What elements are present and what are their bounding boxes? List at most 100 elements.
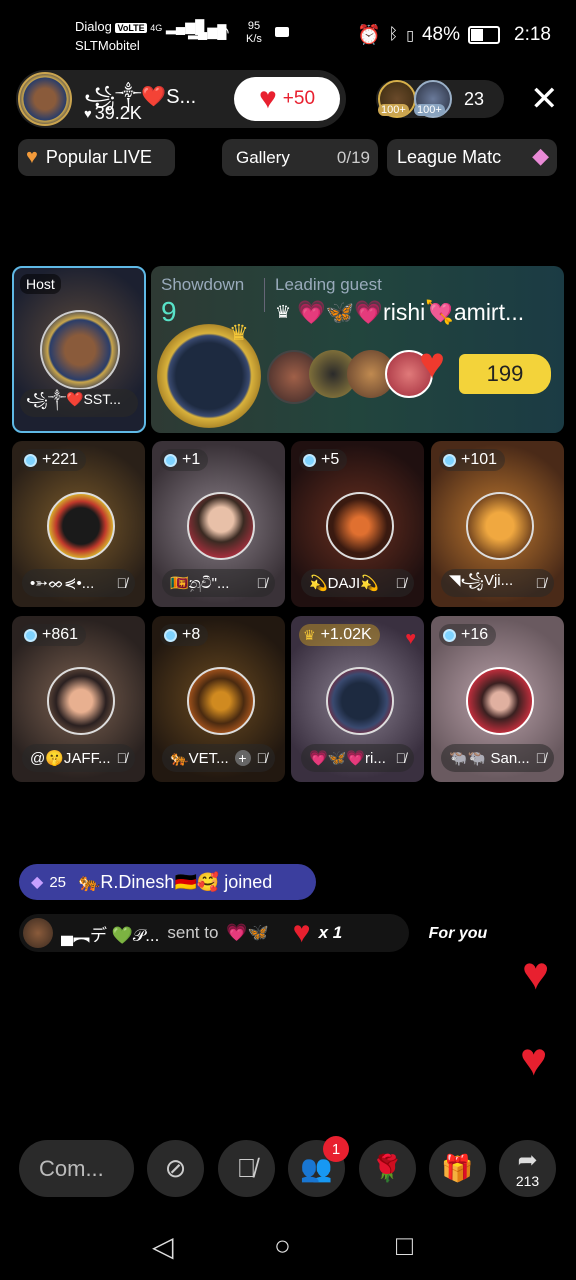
guest-avatar <box>465 492 534 560</box>
guest-name: @🤫JAFF... <box>30 750 111 767</box>
viewer-level-badge: 100+ <box>414 104 445 116</box>
viewer-list[interactable]: 100+ 100+ 23 <box>376 80 504 118</box>
mic-off-button[interactable]: 🎙̸ <box>218 1140 275 1197</box>
guest-tile[interactable]: +1 🇱🇰නුවී"... 🎙̸ <box>152 441 285 607</box>
mic-off-icon[interactable]: 🎙̸ <box>117 575 128 591</box>
recents-nav-icon[interactable]: □ <box>396 1230 413 1262</box>
back-nav-icon[interactable]: ◁ <box>152 1230 174 1263</box>
guest-name: 💗🦋💗ri... <box>309 750 386 767</box>
carrier-info: Dialog VoLTE 4G ▂▄▆█ SLTMobitel <box>75 18 204 54</box>
speed-indicator: 95 K/s <box>246 20 262 46</box>
gift-sent-to: sent to <box>167 923 219 942</box>
heart-icon: ♥ <box>84 106 92 121</box>
viewer-level-badge: 100+ <box>378 104 409 116</box>
guest-name-bar: @🤫JAFF... 🎙̸ <box>22 744 135 772</box>
host-avatar[interactable] <box>18 72 72 126</box>
guest-tile[interactable]: +861 @🤫JAFF... 🎙̸ <box>12 616 145 782</box>
close-icon[interactable]: ✕ <box>530 80 559 118</box>
guest-points: +16 <box>439 624 497 646</box>
mic-off-icon[interactable]: 🎙̸ <box>396 750 407 766</box>
camera-off-button[interactable]: ⊘ <box>147 1140 204 1197</box>
viewer-count[interactable]: 23 <box>464 89 484 110</box>
gift-sender: ▄︻デ 💚𝒫... <box>61 925 160 945</box>
request-badge: 1 <box>323 1136 349 1162</box>
mic-off-icon[interactable]: 🎙̸ <box>257 575 268 591</box>
coin-icon <box>164 453 177 467</box>
showdown-label: Showdown <box>161 275 245 294</box>
crown-icon: ♛ <box>275 302 292 322</box>
guest-points-value: +16 <box>461 626 489 643</box>
mic-off-icon[interactable]: 🎙̸ <box>536 750 547 766</box>
gift-message: ▄︻デ 💚𝒫... sent to 💗🦋 ♥ x 1 <box>19 914 409 952</box>
guest-points-value: +101 <box>461 451 498 468</box>
crown-icon: ♛ <box>229 320 249 345</box>
volte-badge: VoLTE <box>115 23 147 33</box>
join-text: 🐅R.Dinesh🇩🇪🥰 joined <box>78 871 273 892</box>
guest-points-value: +861 <box>42 626 79 643</box>
coin-icon <box>24 453 37 467</box>
guest-points: +101 <box>439 449 506 471</box>
host-tile[interactable]: Host ꧁༒❤️SST... <box>12 266 146 433</box>
floating-heart-icon: ♥ <box>522 947 550 999</box>
leading-guest-label: Leading guest <box>275 275 382 294</box>
mic-off-icon[interactable]: 🎙̸ <box>536 575 547 591</box>
mic-off-icon[interactable]: 🎙̸ <box>117 750 128 766</box>
for-you-label[interactable]: For you <box>422 920 494 948</box>
guest-tile[interactable]: +221 •➳ᨖ⋞•... 🎙̸ <box>12 441 145 607</box>
comment-input[interactable]: Com... <box>19 1140 134 1197</box>
gallery-label: Gallery <box>236 147 290 167</box>
guest-name-bar: 🇱🇰නුවී"... 🎙̸ <box>162 569 275 597</box>
gift-box-icon: 🎁 <box>441 1153 474 1183</box>
leading-guest-name: 💗🦋💗rishi💘amirt... <box>297 299 525 325</box>
diamond-icon: ◆ <box>31 874 44 891</box>
guest-avatar <box>46 667 115 735</box>
coin-icon <box>303 453 316 467</box>
showdown-panel[interactable]: Showdown 9 Leading guest ♛ 💗🦋💗rishi💘amir… <box>151 266 564 433</box>
share-button[interactable]: ➦ 213 <box>499 1140 556 1197</box>
mic-off-icon[interactable]: 🎙̸ <box>257 750 268 766</box>
league-match-chip[interactable]: League Matc ◆ <box>387 139 557 176</box>
host-likes-count: 39.2K <box>94 103 142 123</box>
guest-points-value: +1 <box>182 451 201 468</box>
status-right: ⏰ ᛒ ▯ 48% 2:18 <box>357 23 551 47</box>
guest-tile[interactable]: +101 ◥꧁Vji... 🎙̸ <box>431 441 564 607</box>
guest-points-value: +8 <box>182 626 201 643</box>
status-bar: Dialog VoLTE 4G ▂▄▆█ SLTMobitel ▂▄▆█ ◠ 9… <box>0 0 576 64</box>
guest-tile[interactable]: +5 💫DAJI💫 🎙̸ <box>291 441 424 607</box>
join-message: ◆ 25 🐅R.Dinesh🇩🇪🥰 joined <box>19 864 316 900</box>
guest-name-bar: 💫DAJI💫 🎙̸ <box>301 569 414 597</box>
host-profile-card[interactable]: ꧁༒❤️S... ♥ 39.2K ♥ +50 <box>16 70 346 128</box>
guest-name: 💫DAJI💫 <box>309 575 379 592</box>
coin-icon <box>24 628 37 642</box>
gallery-chip[interactable]: Gallery 0/19 <box>222 139 378 176</box>
guest-tile[interactable]: ♛ +1.02K ♥ 💗🦋💗ri... 🎙̸ <box>291 616 424 782</box>
carrier-secondary: SLTMobitel <box>75 38 140 53</box>
popular-live-label: Popular LIVE <box>45 147 152 167</box>
sender-avatar <box>23 918 53 948</box>
guest-avatar <box>325 492 394 560</box>
home-nav-icon[interactable]: ○ <box>274 1230 291 1262</box>
alarm-icon: ⏰ <box>356 25 381 46</box>
guest-tile[interactable]: +8 🐅VET... + 🎙̸ <box>152 616 285 782</box>
guest-avatar <box>186 492 255 560</box>
gift-button[interactable]: 🎁 <box>429 1140 486 1197</box>
mic-off-icon[interactable]: 🎙̸ <box>396 575 407 591</box>
follow-like-button[interactable]: ♥ +50 <box>234 77 340 121</box>
battery-icon <box>468 26 501 44</box>
add-icon[interactable]: + <box>234 750 251 766</box>
rose-gift-button[interactable]: 🌹 <box>359 1140 416 1197</box>
popular-live-chip[interactable]: ♥ Popular LIVE <box>18 139 175 176</box>
guest-name-bar: 🐅VET... + 🎙̸ <box>162 744 275 772</box>
guest-tile[interactable]: +16 🐃🐃 San... 🎙̸ <box>431 616 564 782</box>
coin-icon <box>443 628 456 642</box>
guest-avatar <box>325 667 394 735</box>
guest-avatar <box>46 492 115 560</box>
share-count: 213 <box>515 1172 540 1189</box>
battery-percent: 48% <box>421 24 461 45</box>
floating-heart-icon: ♥ <box>520 1033 548 1085</box>
guest-points: +8 <box>160 624 209 646</box>
guest-points: +861 <box>20 624 87 646</box>
coin-icon <box>443 453 456 467</box>
guest-requests-button[interactable]: 👥 1 <box>288 1136 349 1197</box>
guest-name: ◥꧁Vji... <box>449 571 514 589</box>
